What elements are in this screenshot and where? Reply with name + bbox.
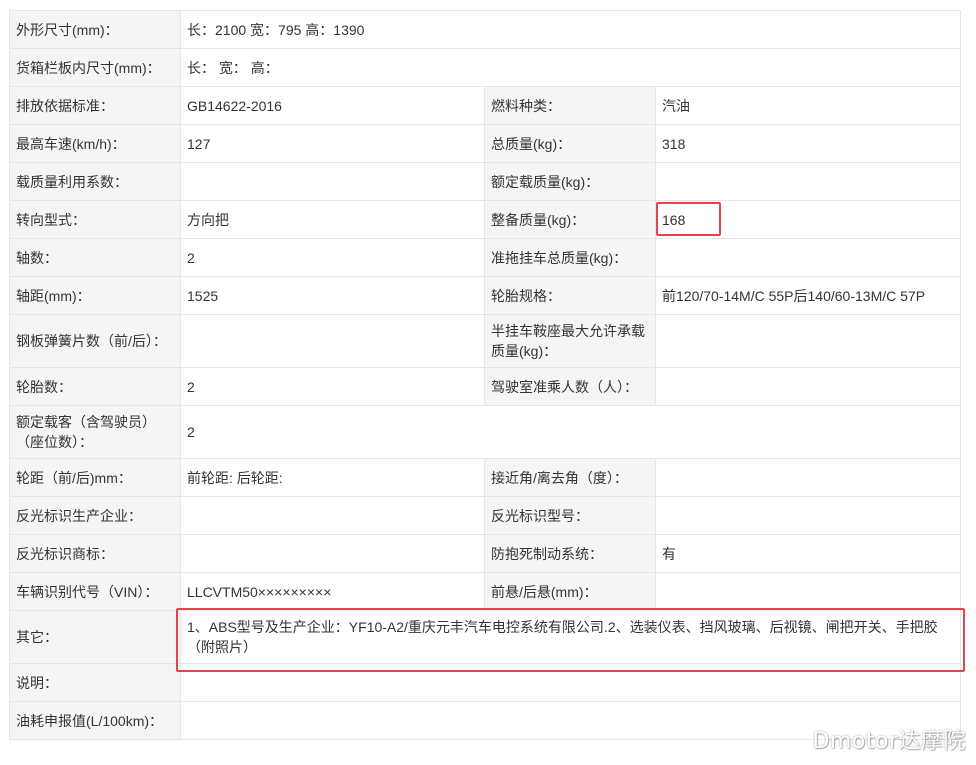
fuel-type-label: 燃料种类： xyxy=(484,86,656,125)
reflector-maker-value xyxy=(180,496,485,535)
tire-spec-label: 轮胎规格： xyxy=(484,276,656,315)
table-row: 轮胎数： 2 驾驶室准乘人数（人）： xyxy=(9,367,962,406)
trailer-mass-label: 准拖挂车总质量(kg)： xyxy=(484,238,656,277)
fuel-consumption-label: 油耗申报值(L/100km)： xyxy=(9,701,181,740)
table-row: 额定载客（含驾驶员）（座位数）： 2 xyxy=(9,405,962,459)
curb-weight-value: 168 xyxy=(654,200,962,239)
reflector-model-label: 反光标识型号： xyxy=(484,496,656,535)
overhang-label: 前悬/后悬(mm)： xyxy=(484,572,656,611)
table-row: 载质量利用系数： 额定载质量(kg)： xyxy=(9,162,962,201)
track-label: 轮距（前/后)mm： xyxy=(9,458,181,497)
dimensions-value: 长：2100 宽：795 高：1390 xyxy=(179,10,962,49)
max-speed-label: 最高车速(km/h)： xyxy=(9,124,181,163)
overhang-value xyxy=(654,572,962,611)
cargo-box-label: 货箱栏板内尺寸(mm)： xyxy=(9,48,181,87)
table-row: 反光标识商标： 防抱死制动系统： 有 xyxy=(9,534,962,573)
table-row: 轴数： 2 准拖挂车总质量(kg)： xyxy=(9,238,962,277)
table-row: 最高车速(km/h)： 127 总质量(kg)： 318 xyxy=(9,124,962,163)
abs-value: 有 xyxy=(654,534,962,573)
table-row: 货箱栏板内尺寸(mm)： 长： 宽： 高： xyxy=(9,48,962,87)
table-row: 钢板弹簧片数（前/后）： 半挂车鞍座最大允许承载质量(kg)： xyxy=(9,314,962,368)
total-mass-label: 总质量(kg)： xyxy=(484,124,656,163)
table-row: 其它： 1、ABS型号及生产企业：YF10-A2/重庆元丰汽车电控系统有限公司.… xyxy=(9,610,962,664)
cab-seats-label: 驾驶室准乘人数（人）： xyxy=(484,367,656,406)
reflector-model-value xyxy=(654,496,962,535)
table-row: 反光标识生产企业： 反光标识型号： xyxy=(9,496,962,535)
table-row: 车辆识别代号（VIN）： LLCVTM50××××××××× 前悬/后悬(mm)… xyxy=(9,572,962,611)
max-speed-value: 127 xyxy=(180,124,485,163)
table-row: 排放依据标准： GB14622-2016 燃料种类： 汽油 xyxy=(9,86,962,125)
cargo-box-value: 长： 宽： 高： xyxy=(179,48,962,87)
rated-load-value xyxy=(654,162,962,201)
trailer-mass-value xyxy=(654,238,962,277)
table-row: 轮距（前/后)mm： 前轮距: 后轮距: 接近角/离去角（度）： xyxy=(9,458,962,497)
wheelbase-label: 轴距(mm)： xyxy=(9,276,181,315)
cab-seats-value xyxy=(654,367,962,406)
notes-value xyxy=(179,663,962,702)
reflector-maker-label: 反光标识生产企业： xyxy=(9,496,181,535)
table-row: 转向型式： 方向把 整备质量(kg)： 168 xyxy=(9,200,962,239)
reflector-brand-value xyxy=(180,534,485,573)
tire-count-label: 轮胎数： xyxy=(9,367,181,406)
other-label: 其它： xyxy=(9,610,181,664)
tire-count-value: 2 xyxy=(180,367,485,406)
fuel-type-value: 汽油 xyxy=(654,86,962,125)
approach-angle-value xyxy=(654,458,962,497)
spec-table: 外形尺寸(mm)： 长：2100 宽：795 高：1390 货箱栏板内尺寸(mm… xyxy=(9,10,962,740)
reflector-brand-label: 反光标识商标： xyxy=(9,534,181,573)
saddle-load-label: 半挂车鞍座最大允许承载质量(kg)： xyxy=(484,314,656,368)
approach-angle-label: 接近角/离去角（度）： xyxy=(484,458,656,497)
steering-value: 方向把 xyxy=(180,200,485,239)
other-value: 1、ABS型号及生产企业：YF10-A2/重庆元丰汽车电控系统有限公司.2、选装… xyxy=(179,610,962,664)
springs-label: 钢板弹簧片数（前/后）： xyxy=(9,314,181,368)
seats-value: 2 xyxy=(179,405,962,459)
table-row: 轴距(mm)： 1525 轮胎规格： 前120/70-14M/C 55P后140… xyxy=(9,276,962,315)
emission-value: GB14622-2016 xyxy=(180,86,485,125)
rated-load-label: 额定载质量(kg)： xyxy=(484,162,656,201)
notes-label: 说明： xyxy=(9,663,181,702)
axles-label: 轴数： xyxy=(9,238,181,277)
saddle-load-value xyxy=(654,314,962,368)
wheelbase-value: 1525 xyxy=(180,276,485,315)
tire-spec-value: 前120/70-14M/C 55P后140/60-13M/C 57P xyxy=(654,276,962,315)
vin-value: LLCVTM50××××××××× xyxy=(180,572,485,611)
abs-label: 防抱死制动系统： xyxy=(484,534,656,573)
axles-value: 2 xyxy=(180,238,485,277)
seats-label: 额定载客（含驾驶员）（座位数）： xyxy=(9,405,181,459)
track-value: 前轮距: 后轮距: xyxy=(180,458,485,497)
springs-value xyxy=(180,314,485,368)
watermark: Dmotor达摩院 xyxy=(812,729,966,754)
table-row: 外形尺寸(mm)： 长：2100 宽：795 高：1390 xyxy=(9,10,962,49)
total-mass-value: 318 xyxy=(654,124,962,163)
load-factor-value xyxy=(180,162,485,201)
vin-label: 车辆识别代号（VIN）： xyxy=(9,572,181,611)
table-row: 说明： xyxy=(9,663,962,702)
load-factor-label: 载质量利用系数： xyxy=(9,162,181,201)
curb-weight-label: 整备质量(kg)： xyxy=(484,200,656,239)
emission-label: 排放依据标准： xyxy=(9,86,181,125)
steering-label: 转向型式： xyxy=(9,200,181,239)
dimensions-label: 外形尺寸(mm)： xyxy=(9,10,181,49)
